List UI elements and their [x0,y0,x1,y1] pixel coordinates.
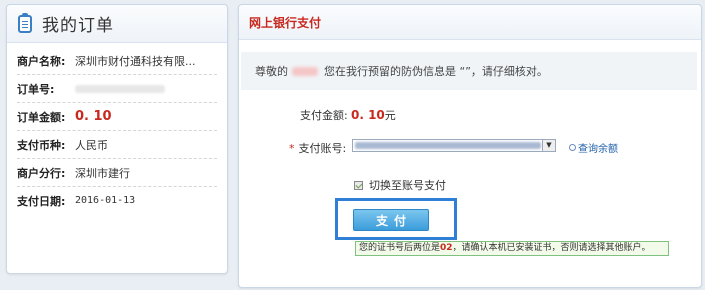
pay-button[interactable]: 支付 [353,209,429,231]
order-amount-label: 订单金额: [17,110,66,124]
payment-header: 网上银行支付 [239,5,701,40]
certificate-note: 您的证书号后两位是02，请确认本机已安装证书，否则请选择其他账户。 [355,241,669,256]
query-balance-link[interactable]: 查询余额 [569,140,618,155]
payment-panel: 网上银行支付 尊敬的 您在我行预留的防伪信息是 “”，请仔细核对。 支付金额: … [238,4,702,288]
required-mark: * [289,142,295,155]
switch-checkbox[interactable] [354,180,363,190]
account-label-wrap: * 支付账号: [289,140,346,156]
order-row-merchant: 商户名称: 深圳市财付通科技有限... [17,47,217,75]
amount-label: 支付金额: [300,109,348,122]
date-value: 2016-01-13 [75,195,136,206]
dropdown-arrow-icon[interactable]: ▼ [542,140,555,151]
amount-display: 0. 10元 [351,107,396,123]
customer-name-redacted [292,66,318,76]
cert-note-suffix: ，请确认本机已安装证书，否则请选择其他账户。 [452,243,651,253]
order-number-value-redacted [75,84,165,93]
order-number-label: 订单号: [17,82,55,96]
switch-to-account-option[interactable]: 切换至账号支付 [354,177,446,193]
order-row-amount: 订单金额: 0. 10 [17,103,217,131]
amount-unit: 元 [384,109,396,122]
payment-title: 网上银行支付 [249,15,322,30]
clipboard-icon [18,12,32,33]
account-value-redacted [355,142,541,149]
date-label: 支付日期: [17,194,66,208]
order-amount-value: 0. 10 [75,109,112,124]
order-title: 我的订单 [42,16,114,36]
order-panel: 我的订单 商户名称: 深圳市财付通科技有限... 订单号: 订单金额: 0. 1… [6,4,228,274]
switch-label: 切换至账号支付 [369,179,446,192]
merchant-value: 深圳市财付通科技有限... [75,54,196,68]
pay-button-highlight: 支付 [335,198,457,240]
order-row-date: 支付日期: 2016-01-13 [17,187,217,214]
query-balance-label: 查询余额 [578,144,618,155]
branch-value: 深圳市建行 [75,166,130,180]
order-row-number: 订单号: [17,75,217,103]
branch-label: 商户分行: [17,166,66,180]
notice-text: 您在我行预留的防伪信息是 “”，请仔细核对。 [324,65,548,78]
account-select[interactable]: ▼ [352,139,556,152]
anti-fraud-notice: 尊敬的 您在我行预留的防伪信息是 “”，请仔细核对。 [241,52,697,90]
cert-note-prefix: 您的证书号后两位是 [359,243,441,253]
order-details: 商户名称: 深圳市财付通科技有限... 订单号: 订单金额: 0. 10 支付币… [7,43,227,214]
cert-code: 02 [440,243,453,253]
currency-label: 支付币种: [17,138,66,152]
order-header: 我的订单 [7,5,227,43]
amount-value: 0. 10 [351,108,385,122]
notice-prefix: 尊敬的 [255,65,288,78]
merchant-label: 商户名称: [17,54,66,68]
account-label: 支付账号: [298,142,347,155]
currency-value: 人民币 [75,138,108,152]
order-row-branch: 商户分行: 深圳市建行 [17,159,217,187]
order-row-currency: 支付币种: 人民币 [17,131,217,159]
magnifier-icon [569,144,576,151]
